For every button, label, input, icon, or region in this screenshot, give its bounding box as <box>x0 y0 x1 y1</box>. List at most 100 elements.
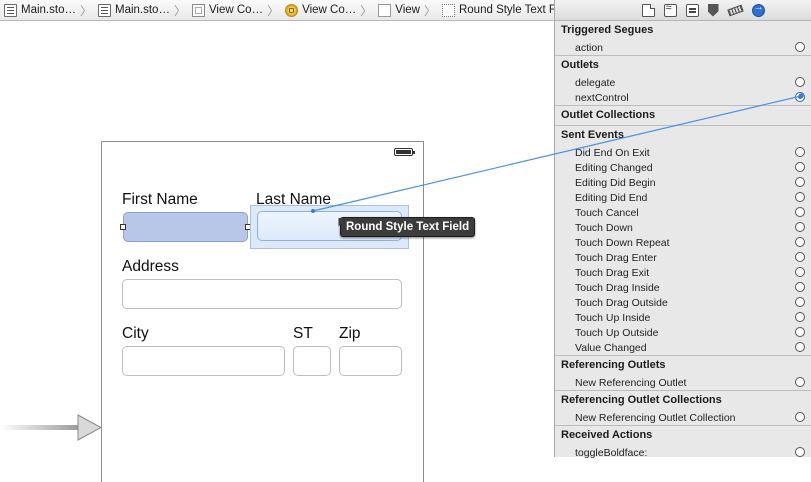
section-title: Triggered Segues <box>561 24 654 36</box>
breadcrumb-label: View <box>395 4 420 16</box>
event-row: Value Changed <box>555 340 811 355</box>
file-inspector-icon[interactable] <box>641 3 655 17</box>
triggered-segues-section: Triggered Segues action <box>555 21 811 56</box>
section-title: Outlet Collections <box>561 109 656 121</box>
connections-inspector-icon[interactable] <box>751 2 765 17</box>
event-label: Editing Did End <box>575 191 648 204</box>
event-row: Editing Did Begin <box>555 175 811 190</box>
event-label: Editing Changed <box>575 161 653 174</box>
city-field[interactable] <box>122 346 285 376</box>
connection-row-action: action <box>555 40 811 55</box>
view-controller-scene-icon <box>191 3 205 17</box>
state-field[interactable] <box>293 346 331 376</box>
connection-label: action <box>575 41 604 54</box>
breadcrumb-item-view-controller[interactable]: View Co… <box>281 0 358 20</box>
chevron-right-icon: 〉 <box>423 3 436 18</box>
event-row: Touch Cancel <box>555 205 811 220</box>
connection-circle-icon[interactable] <box>795 377 805 387</box>
event-label: Touch Cancel <box>575 206 639 219</box>
event-label: Did End On Exit <box>575 146 650 159</box>
connection-circle-icon[interactable] <box>795 162 805 172</box>
section-title: Received Actions <box>561 429 653 441</box>
breadcrumb-label: View Co… <box>302 4 357 16</box>
view-icon <box>378 3 392 17</box>
connection-row-nextcontrol: nextControl <box>555 90 811 105</box>
breadcrumb-item-text-field[interactable]: Round Style Text Field <box>438 0 554 20</box>
resize-handle-left[interactable] <box>120 224 126 230</box>
breadcrumb-item-view-controller-scene[interactable]: View Co… <box>188 0 265 20</box>
event-row: Editing Did End <box>555 190 811 205</box>
chevron-right-icon: 〉 <box>360 3 373 18</box>
view-controller-scene[interactable]: First Name Last Name Address City ST Zip <box>101 141 424 482</box>
connection-label: nextControl <box>575 91 629 104</box>
event-row: Touch Drag Enter <box>555 250 811 265</box>
text-field-icon <box>441 3 455 17</box>
connection-circle-icon[interactable] <box>795 77 805 87</box>
connection-row-new-referencing-outlet: New Referencing Outlet <box>555 375 811 390</box>
event-row: Touch Up Outside <box>555 325 811 340</box>
connection-circle-icon[interactable] <box>795 312 805 322</box>
connection-circle-icon[interactable] <box>795 42 805 52</box>
connections-inspector: Triggered Segues action Outlets delegate… <box>554 0 811 460</box>
section-title: Outlets <box>561 59 599 71</box>
event-row: Touch Drag Inside <box>555 280 811 295</box>
storyboard-canvas[interactable]: First Name Last Name Address City ST Zip… <box>0 21 554 482</box>
connection-label: New Referencing Outlet <box>575 376 687 389</box>
outlets-section: Outlets delegate nextControl <box>555 56 811 106</box>
connection-row-new-referencing-outlet-collection: New Referencing Outlet Collection <box>555 410 811 425</box>
connection-circle-icon[interactable] <box>795 447 805 457</box>
event-row: Touch Drag Exit <box>555 265 811 280</box>
connection-row-delegate: delegate <box>555 75 811 90</box>
event-row: Touch Up Inside <box>555 310 811 325</box>
inspector-tab-bar <box>555 0 811 21</box>
connection-circle-icon[interactable] <box>795 207 805 217</box>
address-field[interactable] <box>122 279 402 309</box>
breadcrumb: Main.sto… 〉 Main.sto… 〉 View Co… 〉 View … <box>0 0 554 21</box>
connection-circle-icon[interactable] <box>795 412 805 422</box>
event-label: Editing Did Begin <box>575 176 656 189</box>
event-label: Touch Down <box>575 221 633 234</box>
quick-help-icon[interactable] <box>663 2 677 17</box>
event-row: Did End On Exit <box>555 145 811 160</box>
address-label[interactable]: Address <box>122 258 179 276</box>
breadcrumb-item-main-storyboard-1[interactable]: Main.sto… <box>0 0 78 20</box>
section-title: Referencing Outlet Collections <box>561 394 722 406</box>
connection-circle-icon[interactable] <box>795 222 805 232</box>
connection-circle-icon[interactable] <box>795 327 805 337</box>
document-icon <box>4 3 17 17</box>
breadcrumb-item-view[interactable]: View <box>374 0 422 20</box>
connection-circle-icon[interactable] <box>795 147 805 157</box>
referencing-outlet-collections-section: Referencing Outlet Collections New Refer… <box>555 391 811 426</box>
connection-circle-icon[interactable] <box>795 267 805 277</box>
connection-circle-icon[interactable] <box>795 282 805 292</box>
connection-circle-icon[interactable] <box>795 252 805 262</box>
first-name-field[interactable] <box>123 212 248 242</box>
referencing-outlets-section: Referencing Outlets New Referencing Outl… <box>555 356 811 391</box>
connection-circle-icon[interactable] <box>795 237 805 247</box>
battery-icon <box>394 148 415 156</box>
connection-circle-active-icon[interactable] <box>795 92 805 102</box>
connection-circle-icon[interactable] <box>795 177 805 187</box>
size-inspector-icon[interactable] <box>726 4 744 16</box>
connection-label: delegate <box>575 76 616 89</box>
view-controller-icon <box>285 3 299 17</box>
breadcrumb-item-main-storyboard-2[interactable]: Main.sto… <box>94 0 172 20</box>
connection-circle-icon[interactable] <box>795 342 805 352</box>
received-actions-section: Received Actions toggleBoldface: <box>555 426 811 460</box>
connection-row-toggle-boldface: toggleBoldface: <box>555 445 811 460</box>
sent-events-section: Sent Events Did End On Exit Editing Chan… <box>555 126 811 356</box>
event-label: Touch Up Inside <box>575 311 651 324</box>
document-icon <box>97 3 111 17</box>
connection-circle-icon[interactable] <box>795 297 805 307</box>
zip-field[interactable] <box>339 346 402 376</box>
attributes-inspector-icon[interactable] <box>707 3 719 17</box>
city-label[interactable]: City <box>122 325 149 343</box>
first-name-label[interactable]: First Name <box>122 191 198 209</box>
breadcrumb-label: Round Style Text Field <box>458 4 554 16</box>
section-title: Referencing Outlets <box>561 359 666 371</box>
state-label[interactable]: ST <box>293 325 313 343</box>
identity-inspector-icon[interactable] <box>685 3 699 17</box>
connection-circle-icon[interactable] <box>795 192 805 202</box>
connection-label: New Referencing Outlet Collection <box>575 411 736 424</box>
zip-label[interactable]: Zip <box>339 325 361 343</box>
